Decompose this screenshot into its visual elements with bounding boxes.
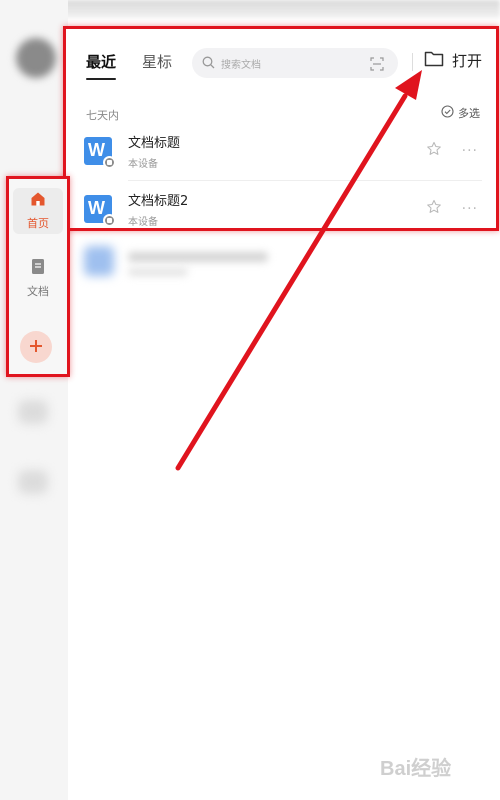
word-doc-icon: W [84, 195, 116, 227]
file-title: 文档标题 [128, 136, 181, 151]
check-circle-icon [441, 105, 454, 121]
file-row[interactable]: W 文档标题2 本设备 ··· [84, 181, 482, 237]
plus-icon [29, 338, 43, 357]
sidebar-item-label: 文档 [27, 284, 49, 298]
status-bar [0, 0, 500, 18]
word-doc-icon: W [84, 137, 116, 169]
search-placeholder: 搜索文档 [221, 59, 261, 71]
home-icon [30, 191, 46, 211]
background-nav-icon [18, 400, 48, 424]
add-button[interactable] [20, 331, 52, 363]
background-file-subtitle [128, 268, 188, 276]
watermark: Bai经验 [380, 758, 452, 780]
open-button[interactable]: 打开 [424, 50, 482, 71]
highlight-side-panel: 首页 文档 [6, 176, 70, 377]
folder-icon [424, 50, 444, 71]
more-icon[interactable]: ··· [462, 143, 478, 159]
background-file-icon [84, 246, 114, 276]
star-icon[interactable] [426, 199, 442, 219]
tab-bar: 最近 星标 [86, 51, 172, 80]
background-nav-icon [18, 470, 48, 494]
sidebar-item-label: 首页 [27, 217, 49, 230]
document-icon [31, 258, 45, 279]
device-badge-icon [103, 156, 116, 169]
search-icon [202, 54, 215, 73]
section-label-seven-days: 七天内 [86, 109, 119, 122]
sidebar-item-home[interactable]: 首页 [13, 188, 63, 234]
file-location: 本设备 [128, 217, 158, 228]
star-icon[interactable] [426, 141, 442, 161]
device-badge-icon [103, 214, 116, 227]
multi-select-label: 多选 [458, 107, 480, 120]
multi-select-button[interactable]: 多选 [441, 105, 480, 121]
file-title: 文档标题2 [128, 194, 189, 209]
tab-starred[interactable]: 星标 [142, 51, 172, 80]
file-location: 本设备 [128, 159, 158, 170]
open-label: 打开 [452, 52, 483, 70]
divider [412, 53, 413, 71]
more-icon[interactable]: ··· [462, 201, 478, 217]
highlight-top-panel: 最近 星标 搜索文档 打开 七天内 多选 W 文档标题 本设备 ··· W 文档… [63, 26, 499, 231]
tab-recent[interactable]: 最近 [86, 51, 117, 80]
scan-icon[interactable] [370, 56, 384, 75]
sidebar-item-documents[interactable]: 文档 [13, 255, 63, 301]
avatar [16, 38, 56, 78]
background-file-title [128, 252, 268, 262]
file-row[interactable]: W 文档标题 本设备 ··· [84, 123, 482, 179]
search-input[interactable]: 搜索文档 [192, 48, 398, 78]
